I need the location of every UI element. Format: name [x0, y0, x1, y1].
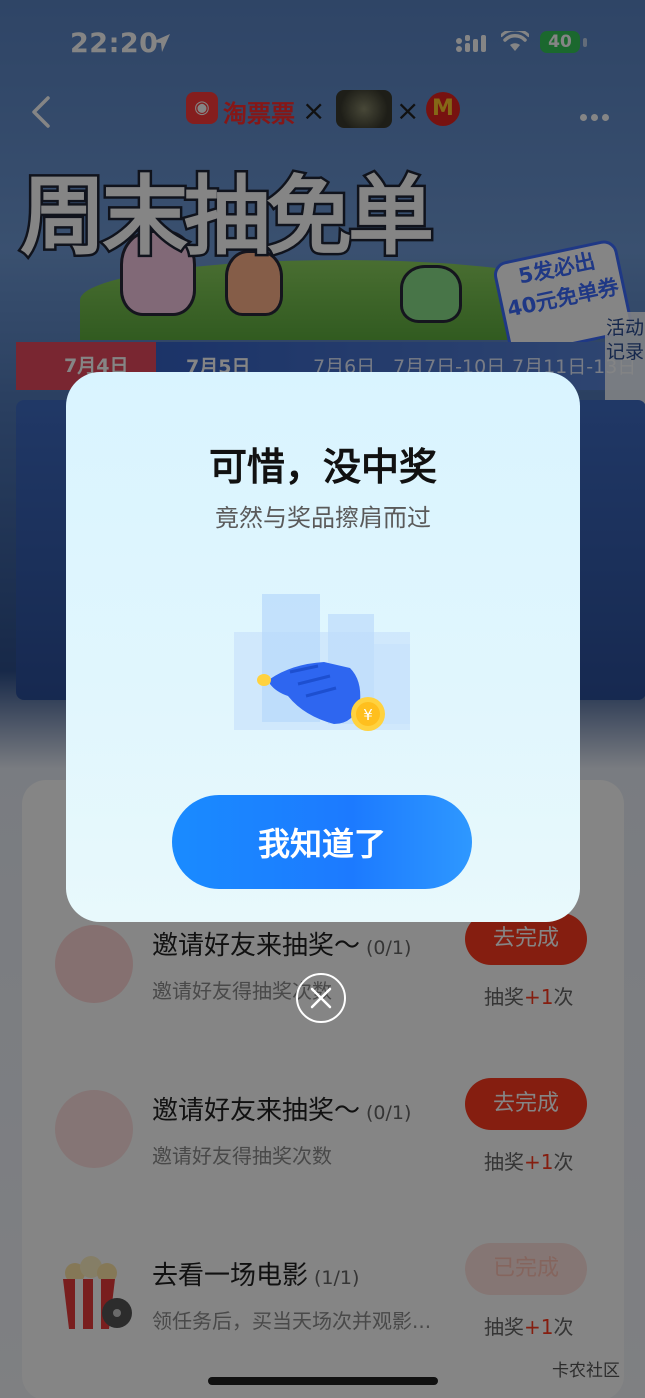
close-icon — [310, 987, 332, 1009]
result-modal: 可惜，没中奖 竟然与奖品擦肩而过 ¥ 我知道了 — [66, 372, 580, 922]
page: 22:20 40 ◉ 淘票票 × × M 周末抽免单 5发必出 40元免单券 7… — [0, 0, 645, 1398]
coin-yen-symbol: ¥ — [363, 706, 373, 724]
missed-coin-hand-illustration: ¥ — [234, 594, 410, 731]
ok-got-it-button[interactable]: 我知道了 — [172, 795, 472, 889]
modal-subtitle: 竟然与奖品擦肩而过 — [215, 504, 431, 532]
close-modal-button[interactable] — [296, 973, 346, 1023]
modal-title: 可惜，没中奖 — [208, 445, 437, 489]
home-indicator[interactable] — [208, 1377, 438, 1385]
